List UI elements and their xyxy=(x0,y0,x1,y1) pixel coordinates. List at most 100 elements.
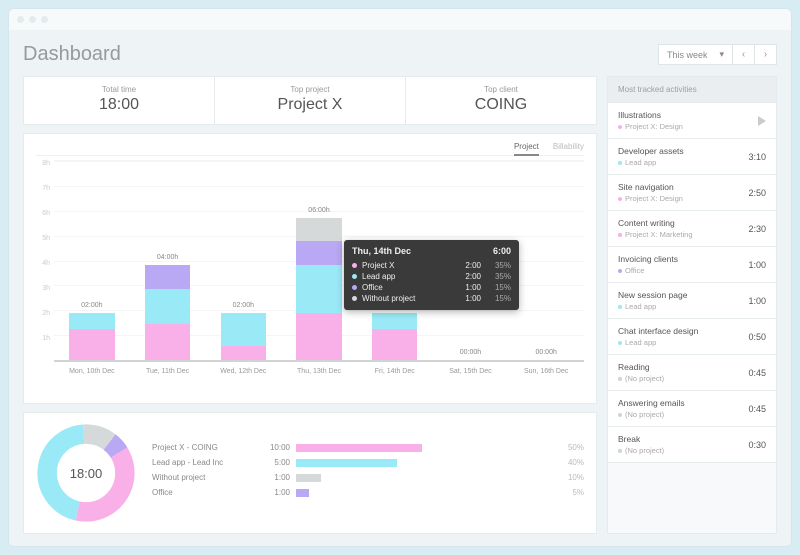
bar-segment xyxy=(296,218,341,242)
main-row: Total time 18:00 Top project Project X T… xyxy=(23,76,777,534)
bar-segment xyxy=(145,324,190,360)
x-label: Tue, 11th Dec xyxy=(130,362,206,375)
y-tick: 5h xyxy=(42,235,50,242)
activity-name: Content writing xyxy=(618,218,693,228)
summary-top-project: Top project Project X xyxy=(215,77,406,124)
window-dot xyxy=(41,16,48,23)
bar-total-label: 02:00h xyxy=(233,302,254,309)
activity-item[interactable]: Site navigationProject X: Design2:50 xyxy=(608,175,776,211)
breakdown-row[interactable]: Lead app - Lead Inc5:0040% xyxy=(152,458,584,467)
y-tick: 7h xyxy=(42,185,50,192)
bar-column[interactable]: 02:00h xyxy=(205,161,281,360)
activity-project: Project X: Design xyxy=(618,194,683,203)
donut-chart: 18:00 xyxy=(36,423,136,523)
summary-label: Top client xyxy=(410,85,592,94)
breakdown-panel: 18:00 Project X - COING10:0050% Lead app … xyxy=(23,412,597,534)
activity-duration: 0:30 xyxy=(748,440,766,450)
window-dot xyxy=(29,16,36,23)
bar-total-label: 00:00h xyxy=(460,349,481,356)
activity-item[interactable]: Reading(No project)0:45 xyxy=(608,355,776,391)
summary-value: COING xyxy=(410,96,592,114)
activity-name: Developer assets xyxy=(618,146,684,156)
breakdown-rows: Project X - COING10:0050% Lead app - Lead… xyxy=(152,443,584,503)
activity-item[interactable]: Break (No project) 0:30 xyxy=(608,427,776,463)
activity-project: Lead app xyxy=(618,338,698,347)
bar-segment xyxy=(372,329,417,360)
caret-down-icon: ▾ xyxy=(719,49,724,60)
window-titlebar xyxy=(9,9,791,31)
bar-segment xyxy=(69,313,114,330)
activity-item[interactable]: Invoicing clients Office 1:00 xyxy=(608,247,776,283)
bar-column[interactable]: 00:00h xyxy=(508,161,584,360)
summary-label: Top project xyxy=(219,85,401,94)
activity-item[interactable]: New session page Lead app 1:00 xyxy=(608,283,776,319)
activity-duration: 2:30 xyxy=(748,224,766,234)
x-label: Mon, 10th Dec xyxy=(54,362,130,375)
activity-name: Reading xyxy=(618,362,664,372)
activity-project: Project X: Marketing xyxy=(618,230,693,239)
bar-total-label: 00:00h xyxy=(535,349,556,356)
activities-header: Most tracked activities xyxy=(608,77,776,103)
bar-segment xyxy=(145,265,190,289)
activity-item[interactable]: Answering emails(No project)0:45 xyxy=(608,391,776,427)
activity-duration: 2:50 xyxy=(748,188,766,198)
activity-name: Chat interface design xyxy=(618,326,698,336)
summary-total-time: Total time 18:00 xyxy=(24,77,215,124)
activity-project: (No project) xyxy=(618,374,664,383)
left-column: Total time 18:00 Top project Project X T… xyxy=(23,76,597,534)
x-axis: Mon, 10th DecTue, 11th DecWed, 12th DecT… xyxy=(54,360,584,375)
activities-panel: Most tracked activities Illustrations Pro… xyxy=(607,76,777,534)
x-label: Sun, 16th Dec xyxy=(508,362,584,375)
activity-duration: 1:00 xyxy=(748,296,766,306)
bar-total-label: 06:00h xyxy=(308,207,329,214)
x-label: Fri, 14th Dec xyxy=(357,362,433,375)
breakdown-row[interactable]: Office1:005% xyxy=(152,488,584,497)
y-tick: 8h xyxy=(42,160,50,167)
dashboard-content: Dashboard This week ▾ ‹ › Total time 18:… xyxy=(9,31,791,546)
activities-list: Illustrations Project X: Design Developer … xyxy=(608,103,776,463)
activity-project: Lead app xyxy=(618,302,687,311)
activity-duration: 1:00 xyxy=(748,260,766,270)
bar-segment xyxy=(296,265,341,313)
activity-name: Break xyxy=(618,434,664,444)
activity-name: Illustrations xyxy=(618,110,683,120)
activity-item[interactable]: Content writing Project X: Marketing 2:30 xyxy=(608,211,776,247)
play-icon[interactable] xyxy=(758,116,766,126)
chart-tabs: Project Billability xyxy=(36,142,584,156)
bar-segment xyxy=(145,289,190,325)
activity-name: New session page xyxy=(618,290,687,300)
breakdown-row[interactable]: Without project1:0010% xyxy=(152,473,584,482)
tab-billability[interactable]: Billability xyxy=(553,142,584,151)
period-next-button[interactable]: › xyxy=(755,44,777,65)
activity-duration: 0:50 xyxy=(748,332,766,342)
activity-item[interactable]: Illustrations Project X: Design xyxy=(608,103,776,139)
bar-segment xyxy=(296,241,341,265)
activity-name: Answering emails xyxy=(618,398,685,408)
tab-project[interactable]: Project xyxy=(514,142,539,156)
period-label: This week xyxy=(667,50,708,60)
tooltip-title: Thu, 14th Dec xyxy=(352,246,411,256)
y-tick: 1h xyxy=(42,335,50,342)
bar-column[interactable]: 04:00h xyxy=(130,161,206,360)
summary-value: 18:00 xyxy=(28,96,210,114)
bar-total-label: 04:00h xyxy=(157,254,178,261)
x-label: Wed, 12th Dec xyxy=(205,362,281,375)
activity-item[interactable]: Developer assetsLead app3:10 xyxy=(608,139,776,175)
period-prev-button[interactable]: ‹ xyxy=(733,44,755,65)
bar-segment xyxy=(296,313,341,361)
y-tick: 4h xyxy=(42,260,50,267)
window-dot xyxy=(17,16,24,23)
activity-name: Invoicing clients xyxy=(618,254,678,264)
bar-segment xyxy=(372,313,417,330)
y-axis: 8h7h6h5h4h3h2h1h xyxy=(36,160,54,360)
breakdown-row[interactable]: Project X - COING10:0050% xyxy=(152,443,584,452)
x-label: Sat, 15th Dec xyxy=(433,362,509,375)
header-row: Dashboard This week ▾ ‹ › xyxy=(23,43,777,66)
activity-project: (No project) xyxy=(618,446,664,455)
activity-project: Office xyxy=(618,266,678,275)
activity-item[interactable]: Chat interface design Lead app 0:50 xyxy=(608,319,776,355)
period-selector[interactable]: This week ▾ xyxy=(658,44,733,65)
activity-project: Project X: Design xyxy=(618,122,683,131)
bar-chart: 8h7h6h5h4h3h2h1h 02:00h04:00h02:00h06:00… xyxy=(36,160,584,360)
bar-column[interactable]: 02:00h xyxy=(54,161,130,360)
